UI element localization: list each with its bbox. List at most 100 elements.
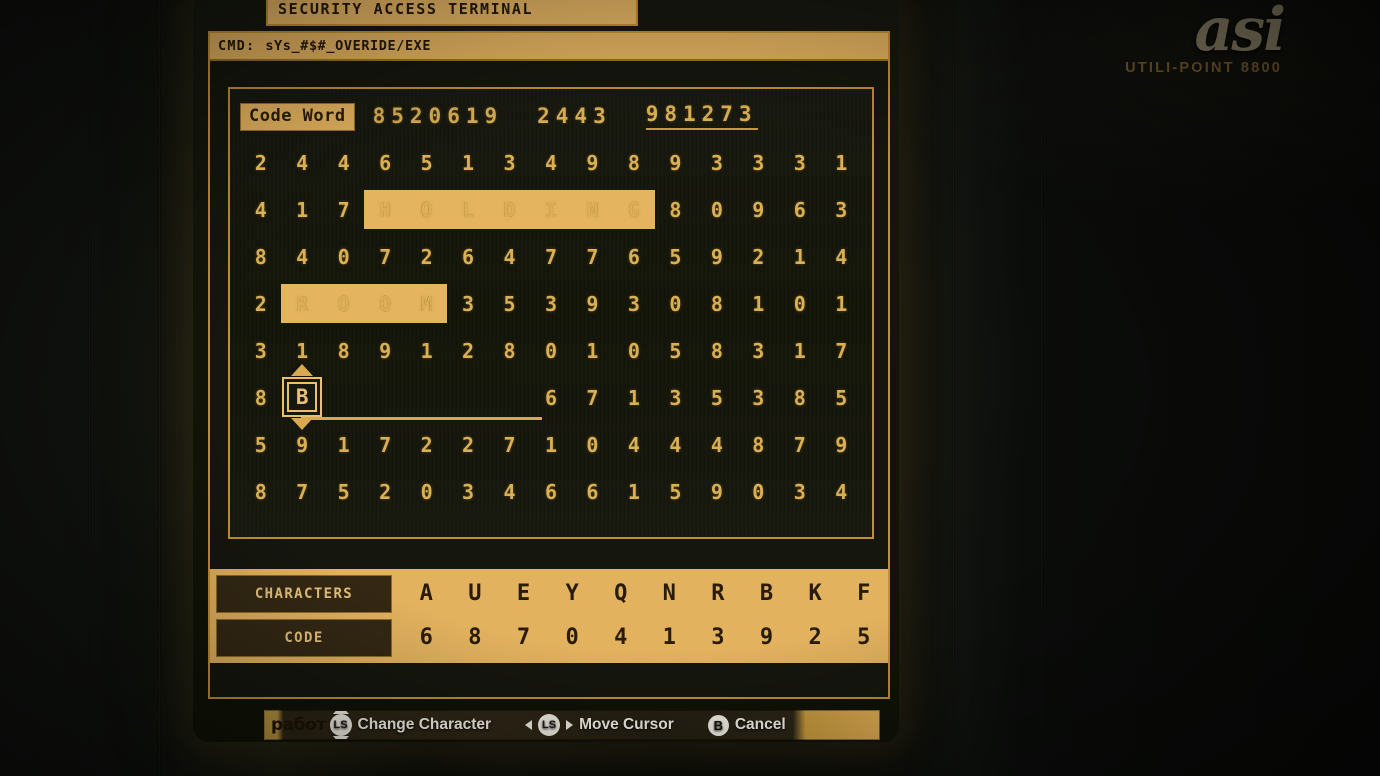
code-grid-cell[interactable]: 9 — [572, 153, 613, 173]
code-grid-cell[interactable]: 2 — [364, 482, 405, 502]
code-grid-cell[interactable]: 1 — [613, 388, 654, 408]
code-grid-cell[interactable]: 5 — [655, 482, 696, 502]
code-grid-cell[interactable]: 5 — [655, 247, 696, 267]
code-grid-cell[interactable]: 3 — [696, 153, 737, 173]
code-grid-cell[interactable]: 9 — [281, 435, 322, 455]
code-grid-cell[interactable]: 4 — [655, 435, 696, 455]
code-grid-cell[interactable]: 6 — [530, 482, 571, 502]
code-grid-cell[interactable]: 4 — [489, 247, 530, 267]
code-grid-cell[interactable]: 4 — [696, 435, 737, 455]
code-grid-cell[interactable]: 0 — [613, 341, 654, 361]
code-grid-cell[interactable]: 4 — [821, 482, 862, 502]
code-grid-cell[interactable]: 8 — [240, 388, 281, 408]
code-grid-cell[interactable]: 3 — [738, 341, 779, 361]
cursor-box[interactable]: B — [282, 377, 323, 417]
code-grid-cell[interactable]: 3 — [738, 153, 779, 173]
code-grid-cell[interactable]: 9 — [364, 341, 405, 361]
code-grid-cell[interactable]: 4 — [530, 153, 571, 173]
code-grid-cell[interactable]: 3 — [779, 482, 820, 502]
cursor-down-arrow-icon[interactable] — [291, 418, 314, 430]
code-grid-cell[interactable]: 7 — [572, 247, 613, 267]
code-grid-cell[interactable]: 1 — [530, 435, 571, 455]
code-grid-cell[interactable]: 3 — [489, 153, 530, 173]
code-grid-cell[interactable]: 4 — [281, 153, 322, 173]
code-grid-cell[interactable]: 6 — [613, 247, 654, 267]
code-grid-cell[interactable]: I — [530, 200, 571, 220]
code-grid-cell[interactable]: 3 — [655, 388, 696, 408]
code-grid-cell[interactable]: 6 — [572, 482, 613, 502]
code-grid-cell[interactable]: 8 — [696, 294, 737, 314]
code-grid-cell[interactable]: 0 — [696, 200, 737, 220]
code-grid-cell[interactable]: 1 — [738, 294, 779, 314]
code-grid-cell[interactable]: O — [323, 294, 364, 314]
code-grid-cell[interactable]: 3 — [447, 294, 488, 314]
code-grid-cell[interactable]: 8 — [489, 341, 530, 361]
code-grid-cell[interactable] — [447, 388, 488, 408]
code-grid-cell[interactable]: 1 — [572, 341, 613, 361]
code-grid-cell[interactable]: 0 — [530, 341, 571, 361]
code-grid-cell[interactable] — [406, 388, 447, 408]
code-grid-cell[interactable]: 2 — [406, 435, 447, 455]
code-grid-cell[interactable]: 3 — [738, 388, 779, 408]
code-grid-cell[interactable]: 2 — [240, 153, 281, 173]
hint-move-cursor[interactable]: LS Move Cursor — [515, 714, 684, 736]
code-grid-cell[interactable]: 0 — [406, 482, 447, 502]
code-grid-cell[interactable]: 9 — [696, 247, 737, 267]
character-cursor[interactable]: B — [282, 364, 323, 430]
code-grid-cell[interactable]: 1 — [821, 153, 862, 173]
code-grid-cell[interactable]: 8 — [240, 482, 281, 502]
code-grid-cell[interactable]: 5 — [240, 435, 281, 455]
code-grid-cell[interactable] — [323, 388, 364, 408]
code-grid-cell[interactable]: 0 — [323, 247, 364, 267]
code-grid-rows[interactable]: 244651349893331417HOLDING80963HOLDING840… — [240, 139, 862, 515]
code-grid-cell[interactable]: G — [613, 200, 654, 220]
code-grid-cell[interactable]: 1 — [821, 294, 862, 314]
code-grid-cell[interactable]: N — [572, 200, 613, 220]
code-grid-cell[interactable]: 1 — [406, 341, 447, 361]
code-grid-cell[interactable]: 0 — [572, 435, 613, 455]
code-grid-cell[interactable]: 7 — [779, 435, 820, 455]
code-grid-cell[interactable]: M — [406, 294, 447, 314]
code-grid-cell[interactable]: 8 — [655, 200, 696, 220]
code-grid-cell[interactable]: 5 — [406, 153, 447, 173]
code-grid-cell[interactable]: 8 — [738, 435, 779, 455]
code-grid-cell[interactable]: 9 — [738, 200, 779, 220]
code-grid-cell[interactable]: 3 — [613, 294, 654, 314]
code-grid-cell[interactable]: 6 — [447, 247, 488, 267]
code-grid-cell[interactable]: 7 — [489, 435, 530, 455]
code-grid-cell[interactable]: 6 — [779, 200, 820, 220]
code-grid-cell[interactable] — [489, 388, 530, 408]
code-grid-cell[interactable]: 8 — [696, 341, 737, 361]
code-grid-cell[interactable]: R — [281, 294, 322, 314]
code-grid-cell[interactable]: 1 — [323, 435, 364, 455]
code-grid-cell[interactable]: 4 — [821, 247, 862, 267]
code-grid-cell[interactable]: 7 — [821, 341, 862, 361]
code-grid-cell[interactable]: 4 — [613, 435, 654, 455]
code-grid-cell[interactable]: 1 — [447, 153, 488, 173]
code-grid-cell[interactable]: 7 — [323, 200, 364, 220]
code-grid-cell[interactable]: 3 — [240, 341, 281, 361]
code-grid-cell[interactable]: 8 — [613, 153, 654, 173]
code-grid-cell[interactable]: 5 — [323, 482, 364, 502]
code-grid-cell[interactable]: 2 — [738, 247, 779, 267]
code-grid-cell[interactable]: 9 — [821, 435, 862, 455]
code-grid-cell[interactable]: 1 — [281, 200, 322, 220]
code-grid-cell[interactable]: 0 — [738, 482, 779, 502]
code-grid-cell[interactable]: 3 — [447, 482, 488, 502]
code-grid-cell[interactable]: 2 — [447, 341, 488, 361]
code-grid-cell[interactable]: 8 — [240, 247, 281, 267]
code-grid-cell[interactable]: 6 — [530, 388, 571, 408]
code-grid-cell[interactable]: 3 — [821, 200, 862, 220]
code-grid-cell[interactable]: 2 — [406, 247, 447, 267]
code-grid-cell[interactable]: 1 — [779, 247, 820, 267]
code-grid-cell[interactable]: 2 — [240, 294, 281, 314]
code-grid-cell[interactable]: 7 — [530, 247, 571, 267]
code-grid-cell[interactable]: 1 — [779, 341, 820, 361]
code-grid-cell[interactable]: 4 — [240, 200, 281, 220]
code-grid-cell[interactable]: 9 — [572, 294, 613, 314]
code-grid-cell[interactable]: 4 — [281, 247, 322, 267]
code-grid-cell[interactable]: 1 — [613, 482, 654, 502]
code-grid-cell[interactable]: 6 — [364, 153, 405, 173]
code-grid-cell[interactable]: 0 — [655, 294, 696, 314]
code-grid-cell[interactable]: D — [489, 200, 530, 220]
